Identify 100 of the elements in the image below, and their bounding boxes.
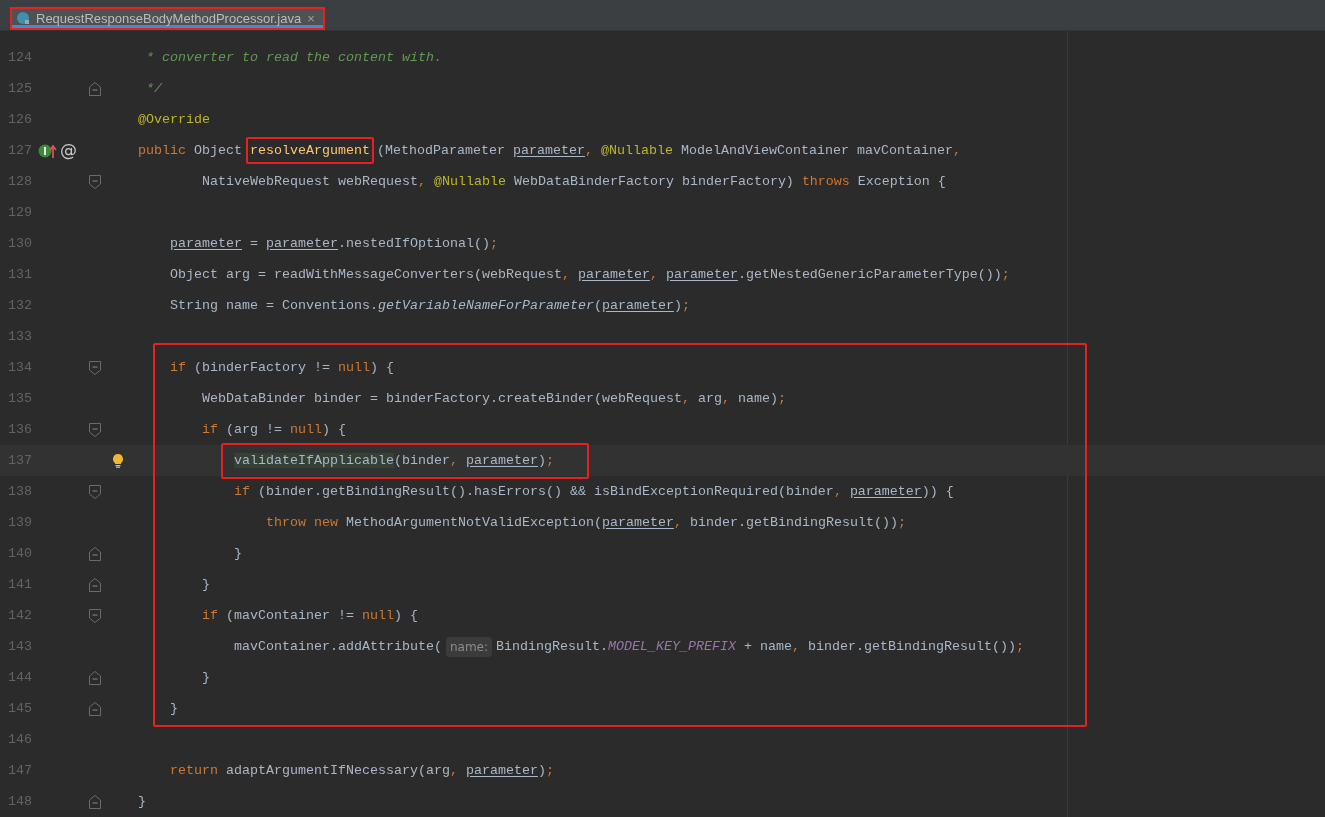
code-token: ModelAndViewContainer mavContainer	[679, 141, 953, 160]
code-token: binder.getBindingResult())	[808, 637, 1016, 656]
fold-marker-icon[interactable]	[88, 80, 102, 97]
code-token: }	[170, 699, 178, 718]
code-token: if	[234, 482, 250, 501]
code-token: (binder	[393, 452, 450, 468]
code-token: ,	[673, 513, 683, 532]
code-token: ) {	[369, 358, 394, 377]
line-number: 145	[8, 699, 33, 718]
at-sign[interactable]: @	[60, 142, 77, 159]
code-token: if	[202, 420, 218, 439]
code-token: ;	[545, 452, 554, 468]
code-token: (arg !=	[225, 420, 283, 439]
close-button[interactable]: ×	[307, 8, 315, 28]
code-token: BindingResult.	[496, 637, 608, 656]
fold-marker-icon[interactable]	[88, 421, 102, 438]
code-token: ,	[792, 637, 801, 656]
code-token: .getNestedGenericParameterType())	[737, 265, 1002, 284]
fold-marker-icon[interactable]	[88, 793, 102, 810]
line-number: 133	[8, 327, 33, 346]
code-token: ,	[649, 265, 659, 284]
line-number: 125	[8, 79, 33, 98]
code-token: (MethodParameter	[377, 141, 506, 160]
code-token: ;	[489, 234, 498, 253]
implements-up-arrow-icon[interactable]	[38, 142, 58, 159]
code-token: parameter	[849, 482, 922, 501]
fold-marker-icon[interactable]	[88, 700, 102, 717]
line-number: 130	[8, 234, 33, 253]
code-token: (mavContainer !=	[225, 606, 355, 625]
code-token: ,	[833, 482, 843, 501]
code-token: }	[202, 575, 210, 594]
code-token: arg	[697, 389, 722, 408]
fold-marker-icon[interactable]	[88, 576, 102, 593]
code-token: @Nullable	[600, 141, 673, 160]
code-token: Object arg = readWithMessageConverters(webRequest	[170, 265, 562, 284]
code-token: validateIfApplicable	[234, 452, 394, 468]
fold-marker-icon[interactable]	[88, 545, 102, 562]
code-token: Exception {	[856, 172, 946, 191]
fold-marker-icon[interactable]	[88, 669, 102, 686]
code-token: )	[537, 761, 546, 780]
code-token: return	[170, 761, 218, 780]
code-token: null	[337, 358, 370, 377]
code-token: ) {	[393, 606, 418, 625]
code-token: String name = Conventions.	[170, 296, 378, 315]
code-token: if	[202, 606, 218, 625]
code-token: public	[138, 141, 186, 160]
code-token: WebDataBinder binder = binderFactory.createBinder(webRequest	[202, 389, 682, 408]
code-token: ;	[545, 761, 554, 780]
fold-marker-icon[interactable]	[88, 173, 102, 190]
code-token: NativeWebRequest webRequest	[202, 172, 418, 191]
code-token: null	[290, 420, 322, 439]
lightbulb-icon[interactable]	[112, 453, 124, 468]
code-token: ,	[681, 389, 691, 408]
line-number: 127	[8, 141, 33, 160]
code-token: parameter	[601, 296, 674, 315]
code-token: ;	[897, 513, 906, 532]
code-token: ;	[1015, 637, 1024, 656]
code-token: throw new	[266, 513, 338, 532]
code-token: if	[170, 358, 186, 377]
parameter-hint: name:	[445, 636, 493, 657]
code-token: ,	[952, 141, 961, 160]
code-token: * converter to read the content with.	[146, 48, 442, 67]
tab-title: RequestResponseBodyMethodProcessor.java	[36, 9, 302, 28]
code-token: parameter	[665, 265, 738, 284]
line-number: 139	[8, 513, 33, 532]
code-token: ,	[449, 761, 459, 780]
code-token: binder.getBindingResult())	[689, 513, 898, 532]
code-token: name)	[737, 389, 778, 408]
code-token: }	[234, 544, 242, 563]
code-token: getVariableNameForParameter	[377, 296, 594, 315]
code-token: WebDataBinderFactory binderFactory)	[512, 172, 795, 191]
fold-marker-icon[interactable]	[88, 483, 102, 500]
line-number: 136	[8, 420, 33, 439]
class-file-icon	[16, 11, 30, 26]
code-token: parameter	[512, 141, 585, 160]
line-number: 128	[8, 172, 33, 191]
line-number: 147	[8, 761, 33, 780]
code-token: parameter	[601, 513, 674, 532]
fold-marker-icon[interactable]	[88, 607, 102, 624]
code-token: )	[537, 452, 546, 468]
code-token: null	[361, 606, 394, 625]
code-token: }	[138, 792, 146, 811]
line-number: 140	[8, 544, 33, 563]
code-token: (binder.getBindingResult().hasErrors() && isBindExceptionRequired(binder	[257, 482, 834, 501]
line-number: 134	[8, 358, 33, 377]
code-token: ) {	[322, 420, 346, 439]
code-token: }	[202, 668, 210, 687]
code-token: @Override	[138, 110, 210, 129]
line-number: 138	[8, 482, 33, 501]
editor-tab[interactable]: RequestResponseBodyMethodProcessor.java ×	[10, 6, 325, 30]
line-number: 144	[8, 668, 33, 687]
code-token: (	[593, 296, 602, 315]
code-token: ,	[449, 452, 459, 468]
line-number: 126	[8, 110, 33, 129]
code-token: @Nullable	[433, 172, 506, 191]
code-token: ;	[777, 389, 786, 408]
code-token: MODEL_KEY_PREFIX	[608, 637, 736, 656]
code-token: ,	[561, 265, 571, 284]
line-number: 129	[8, 203, 33, 222]
fold-marker-icon[interactable]	[88, 359, 102, 376]
